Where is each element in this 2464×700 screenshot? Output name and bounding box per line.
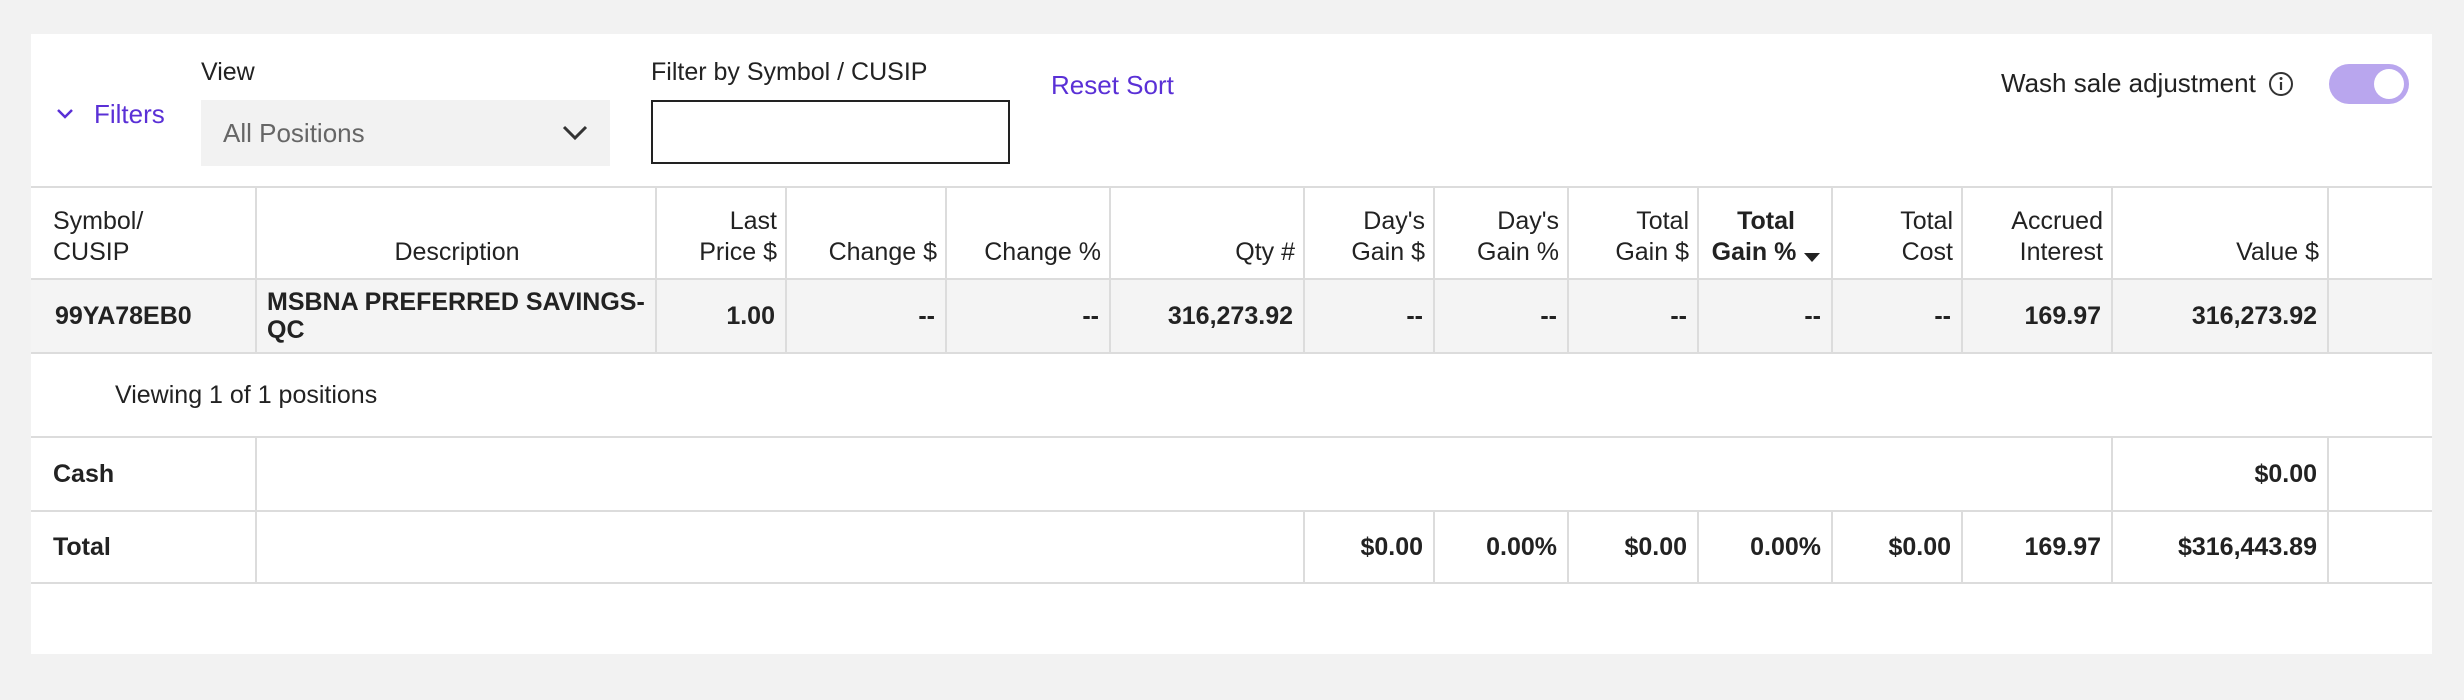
cell-days-gain-pct: --	[1540, 301, 1557, 330]
cell-accrued-interest: 169.97	[2024, 301, 2101, 330]
filters-label: Filters	[94, 98, 165, 129]
cell-value: 316,273.92	[2191, 301, 2317, 330]
wash-sale-label-text: Wash sale adjustment	[2001, 68, 2256, 98]
cash-value: $0.00	[2254, 459, 2317, 488]
col-header-total-gain-pct[interactable]: Total Gain %	[1699, 188, 1833, 278]
col-header-accrued-interest[interactable]: Accrued Interest	[1963, 188, 2113, 278]
cell-days-gain-usd: --	[1406, 301, 1423, 330]
info-icon[interactable]	[2268, 71, 2294, 97]
cell-symbol[interactable]: 99YA78EB0	[45, 280, 255, 352]
wash-sale-label: Wash sale adjustment	[2001, 68, 2294, 99]
chevron-down-icon	[562, 125, 588, 141]
cell-description: MSBNA PREFERRED SAVINGS-QC	[267, 288, 645, 344]
col-header-value[interactable]: Value $	[2113, 188, 2329, 278]
total-label: Total	[53, 532, 111, 561]
total-accrued-interest: 169.97	[2024, 532, 2101, 561]
col-header-symbol[interactable]: Symbol/CUSIP	[43, 188, 255, 278]
viewing-count-text: Viewing 1 of 1 positions	[115, 380, 378, 409]
chevron-down-icon	[57, 109, 73, 119]
wash-sale-toggle[interactable]	[2329, 64, 2409, 104]
col-header-change-usd[interactable]: Change $	[787, 188, 947, 278]
filters-toggle[interactable]: Filters	[56, 94, 165, 134]
cell-change-pct: --	[1082, 301, 1099, 330]
col-header-total-gain-usd[interactable]: Total Gain $	[1569, 188, 1699, 278]
cell-change-usd: --	[918, 301, 935, 330]
total-row: Total $0.00 0.00% $0.00 0.00% $0.00 169.…	[31, 510, 2432, 584]
col-header-days-gain-pct[interactable]: Day's Gain %	[1435, 188, 1569, 278]
col-header-last-price[interactable]: Last Price $	[657, 188, 787, 278]
total-days-gain-usd: $0.00	[1360, 532, 1423, 561]
cell-last-price: 1.00	[726, 301, 775, 330]
symbol-filter-label: Filter by Symbol / CUSIP	[651, 58, 928, 86]
view-label: View	[201, 58, 255, 86]
viewing-summary-row: Viewing 1 of 1 positions	[31, 352, 2432, 436]
total-days-gain-pct: 0.00%	[1486, 532, 1557, 561]
view-select[interactable]: All Positions	[201, 100, 610, 166]
cash-label: Cash	[53, 459, 115, 488]
view-selected-value: All Positions	[223, 117, 365, 148]
col-header-qty[interactable]: Qty #	[1111, 188, 1305, 278]
total-value: $316,443.89	[2177, 532, 2317, 561]
symbol-filter-input[interactable]	[651, 100, 1010, 164]
col-header-total-cost[interactable]: Total Cost	[1833, 188, 1963, 278]
total-total-gain-usd: $0.00	[1624, 532, 1687, 561]
table-row[interactable]: 99YA78EB0 MSBNA PREFERRED SAVINGS-QC 1.0…	[31, 278, 2432, 352]
reset-sort-link[interactable]: Reset Sort	[1051, 70, 1174, 101]
col-header-description[interactable]: Description	[257, 188, 657, 278]
cell-total-gain-usd: --	[1670, 301, 1687, 330]
cell-qty: 316,273.92	[1167, 301, 1293, 330]
toggle-knob	[2374, 69, 2404, 99]
cell-total-gain-pct: --	[1804, 301, 1821, 330]
col-header-change-pct[interactable]: Change %	[947, 188, 1111, 278]
total-total-gain-pct: 0.00%	[1750, 532, 1821, 561]
table-header-row: Symbol/CUSIP Description Last Price $ Cha…	[31, 186, 2432, 278]
sort-descending-icon	[1804, 253, 1821, 262]
cell-total-cost: --	[1934, 301, 1951, 330]
cash-row: Cash $0.00	[31, 436, 2432, 510]
total-total-cost: $0.00	[1888, 532, 1951, 561]
positions-card: Filters View All Positions Filter by Sym…	[31, 34, 2432, 654]
col-header-days-gain-usd[interactable]: Day's Gain $	[1305, 188, 1435, 278]
